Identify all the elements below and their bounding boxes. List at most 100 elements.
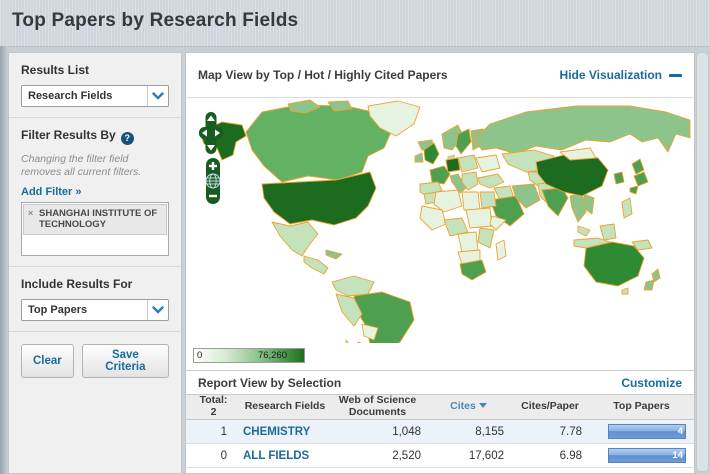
customize-link[interactable]: Customize bbox=[621, 376, 682, 390]
map-country-germany[interactable] bbox=[445, 157, 461, 173]
include-results-selected-value: Top Papers bbox=[28, 303, 88, 316]
map-region-colombia-venezuela[interactable] bbox=[331, 275, 375, 297]
cites-value: 17,602 bbox=[468, 449, 504, 462]
map-country-cuba[interactable] bbox=[325, 249, 343, 260]
map-view-title: Map View by Top / Hot / Highly Cited Pap… bbox=[198, 68, 448, 82]
report-view-header: Report View by Selection Customize bbox=[186, 370, 694, 394]
research-field-link[interactable]: CHEMISTRY bbox=[241, 426, 329, 438]
cites-label: Cites bbox=[450, 400, 476, 413]
map-view-header: Map View by Top / Hot / Highly Cited Pap… bbox=[186, 53, 694, 98]
minus-icon bbox=[669, 73, 682, 77]
legend-max-value: 76,260 bbox=[257, 350, 287, 361]
map-country-philippines[interactable] bbox=[621, 197, 633, 219]
map-region-west-africa[interactable] bbox=[419, 205, 447, 231]
map-country-mexico[interactable] bbox=[271, 221, 319, 257]
map-region-east-africa[interactable] bbox=[477, 227, 495, 249]
column-total: Total: 2 bbox=[186, 395, 241, 418]
map-region-sudan-chad[interactable] bbox=[465, 207, 493, 229]
total-count: 2 bbox=[210, 406, 217, 418]
column-research-fields[interactable]: Research Fields bbox=[241, 401, 329, 413]
map-country-drc[interactable] bbox=[457, 231, 479, 253]
remove-filter-icon[interactable]: × bbox=[28, 208, 33, 219]
cites-per-paper-value: 6.98 bbox=[559, 449, 582, 462]
row-rank: 1 bbox=[220, 425, 227, 438]
hide-visualization-link[interactable]: Hide Visualization bbox=[560, 68, 682, 82]
map-island-borneo[interactable] bbox=[599, 223, 617, 241]
results-list-select[interactable]: Research Fields bbox=[21, 85, 169, 107]
column-cites-sort[interactable]: Cites bbox=[426, 400, 511, 413]
table-row: 0 ALL FIELDS 2,520 17,602 6.98 14 bbox=[186, 444, 694, 468]
clear-button[interactable]: Clear bbox=[21, 343, 74, 378]
map-island-tasmania[interactable] bbox=[621, 287, 629, 295]
map-country-ukraine[interactable] bbox=[475, 154, 501, 173]
filter-note: Changing the filter field removes all cu… bbox=[21, 152, 142, 179]
cites-value: 8,155 bbox=[475, 425, 504, 438]
column-wos-documents[interactable]: Web of Science Documents bbox=[329, 395, 426, 418]
map-country-turkey[interactable] bbox=[477, 173, 505, 189]
main-panel: Map View by Top / Hot / Highly Cited Pap… bbox=[185, 52, 695, 474]
map-country-russia[interactable] bbox=[473, 105, 691, 155]
map-visualization: 0 76,260 bbox=[186, 98, 694, 370]
wos-documents-line2: Documents bbox=[348, 406, 407, 418]
filter-label-text: Filter Results By bbox=[21, 128, 116, 142]
include-results-select[interactable]: Top Papers bbox=[21, 298, 169, 321]
add-filter-link[interactable]: Add Filter » bbox=[21, 186, 169, 198]
research-field-link[interactable]: ALL FIELDS bbox=[241, 450, 329, 462]
results-table-header: Total: 2 Research Fields Web of Science … bbox=[186, 394, 694, 420]
filter-chip[interactable]: × SHANGHAI INSTITUTE OF TECHNOLOGY bbox=[23, 203, 167, 235]
map-country-brazil[interactable] bbox=[353, 291, 415, 343]
page-left-edge bbox=[0, 46, 8, 474]
wos-documents-value: 1,048 bbox=[392, 425, 421, 438]
cites-per-paper-value: 7.78 bbox=[559, 425, 582, 438]
active-filters-box: × SHANGHAI INSTITUTE OF TECHNOLOGY bbox=[21, 201, 169, 256]
world-choropleth-map[interactable] bbox=[186, 98, 694, 343]
results-list-label: Results List bbox=[21, 63, 90, 77]
map-pan-control[interactable] bbox=[199, 112, 223, 154]
map-color-legend: 0 76,260 bbox=[193, 348, 305, 363]
criteria-sidebar: Results List Research Fields Filter Resu… bbox=[8, 52, 182, 474]
page-header-band: Top Papers by Research Fields bbox=[0, 0, 710, 47]
scrollbar-track[interactable] bbox=[696, 52, 709, 472]
criteria-buttons: Clear Save Criteria bbox=[9, 330, 181, 388]
report-view-title: Report View by Selection bbox=[198, 375, 342, 390]
chevron-down-icon[interactable] bbox=[147, 86, 168, 106]
results-list-section: Results List Research Fields bbox=[9, 53, 181, 117]
map-country-algeria[interactable] bbox=[433, 189, 463, 213]
top-papers-bar[interactable]: 14 bbox=[608, 448, 686, 463]
include-results-label: Include Results For bbox=[21, 276, 133, 291]
map-zoom-control[interactable] bbox=[204, 158, 222, 204]
top-papers-cell: 14 bbox=[589, 448, 694, 463]
map-country-japan[interactable] bbox=[629, 185, 639, 195]
map-country-australia[interactable] bbox=[583, 241, 645, 287]
top-papers-bar[interactable]: 4 bbox=[608, 424, 686, 439]
map-country-chile[interactable] bbox=[344, 339, 354, 343]
row-rank: 0 bbox=[220, 449, 227, 462]
map-country-madagascar[interactable] bbox=[495, 239, 507, 261]
legend-min-value: 0 bbox=[197, 350, 203, 361]
map-country-libya[interactable] bbox=[461, 191, 481, 211]
help-icon[interactable]: ? bbox=[120, 131, 134, 145]
column-cites-per-paper[interactable]: Cites/Paper bbox=[511, 401, 589, 413]
column-top-papers[interactable]: Top Papers bbox=[589, 401, 694, 413]
map-country-malaysia[interactable] bbox=[577, 225, 591, 237]
top-papers-cell: 4 bbox=[589, 424, 694, 439]
table-row: 1 CHEMISTRY 1,048 8,155 7.78 4 bbox=[186, 420, 694, 444]
filter-section: Filter Results By? Changing the filter f… bbox=[9, 117, 181, 266]
save-criteria-button[interactable]: Save Criteria bbox=[81, 343, 169, 378]
map-country-south-africa[interactable] bbox=[459, 259, 487, 281]
chevron-down-icon[interactable] bbox=[147, 299, 168, 320]
globe-reset-button[interactable] bbox=[205, 173, 221, 189]
map-region-central-europe[interactable] bbox=[457, 154, 479, 173]
include-results-section: Include Results For Top Papers bbox=[9, 265, 181, 331]
page-title: Top Papers by Research Fields bbox=[12, 10, 299, 31]
map-country-south-korea[interactable] bbox=[613, 171, 625, 185]
hide-visualization-text: Hide Visualization bbox=[559, 68, 662, 82]
filter-label: Filter Results By? bbox=[21, 128, 169, 145]
map-country-new-zealand[interactable] bbox=[643, 279, 655, 291]
results-list-selected-value: Research Fields bbox=[28, 90, 113, 102]
map-country-ireland[interactable] bbox=[414, 152, 424, 163]
map-country-egypt[interactable] bbox=[479, 191, 497, 209]
filter-chip-label: SHANGHAI INSTITUTE OF TECHNOLOGY bbox=[39, 207, 158, 231]
map-country-japan[interactable] bbox=[631, 158, 645, 175]
map-region-central-america[interactable] bbox=[303, 255, 329, 275]
